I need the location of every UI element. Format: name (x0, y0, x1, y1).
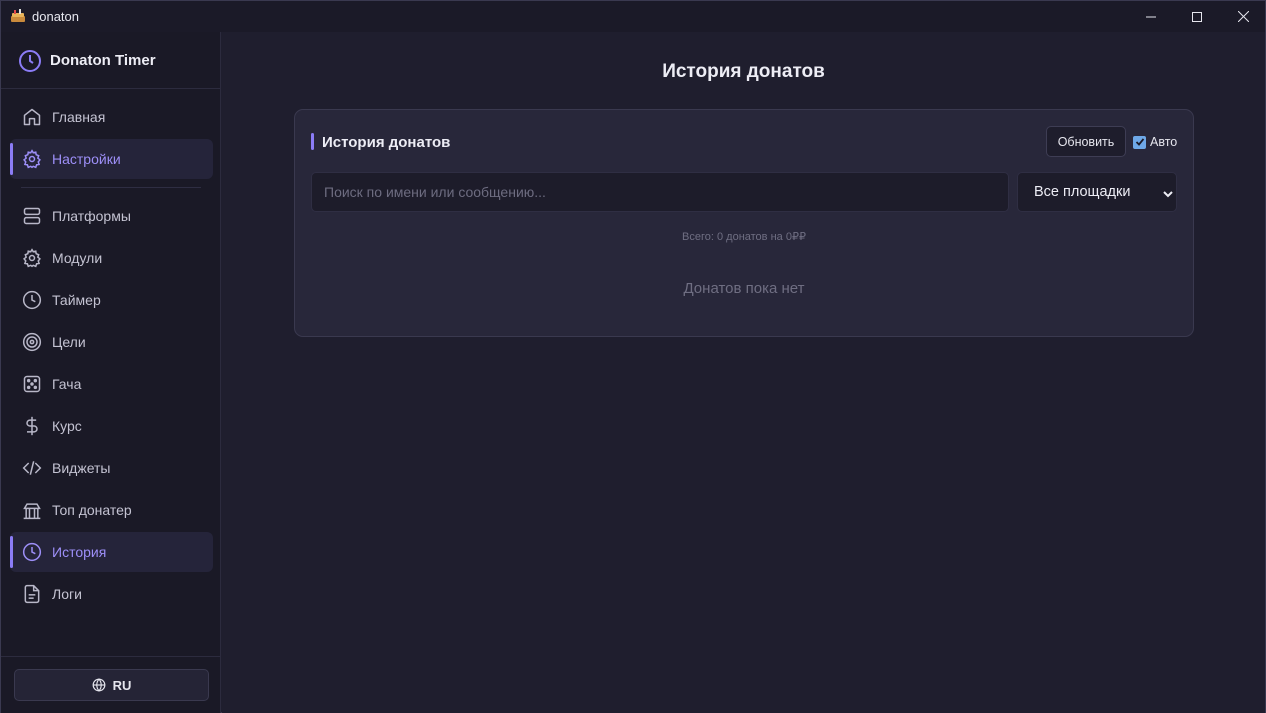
main-content: История донатов История донатов Обновить… (222, 32, 1265, 713)
sidebar-item-label: История (52, 544, 107, 560)
nav-divider (21, 187, 201, 188)
clock-icon (22, 290, 42, 310)
sidebar-item-label: Логи (52, 586, 82, 602)
sidebar-item-settings[interactable]: Настройки (10, 139, 213, 179)
server-icon (22, 206, 42, 226)
platform-select[interactable]: Все площадки (1017, 172, 1177, 212)
refresh-button[interactable]: Обновить (1046, 126, 1126, 157)
sidebar-item-label: Модули (52, 250, 103, 266)
minimize-button[interactable] (1128, 1, 1174, 32)
sidebar-item-home[interactable]: Главная (10, 97, 213, 137)
dollar-icon (22, 416, 42, 436)
auto-label: Авто (1150, 135, 1178, 149)
sidebar-item-gacha[interactable]: Гача (10, 364, 213, 404)
sidebar-item-label: Топ донатер (52, 502, 132, 518)
sidebar-item-label: Платформы (52, 208, 131, 224)
close-icon (1237, 11, 1249, 22)
empty-state-message: Донатов пока нет (683, 280, 805, 297)
sidebar-item-platforms[interactable]: Платформы (10, 196, 213, 236)
sidebar-item-timer[interactable]: Таймер (10, 280, 213, 320)
auto-checkbox[interactable] (1133, 135, 1146, 149)
app-logo-icon (10, 8, 26, 24)
app-window: donaton Donaton Timer Главная Настройки … (0, 0, 1266, 713)
chevron-down-icon (1162, 187, 1174, 199)
sidebar-item-label: Курс (52, 418, 82, 434)
sidebar-item-top-donator[interactable]: Топ донатер (10, 490, 213, 530)
auto-refresh-toggle[interactable]: Авто (1133, 134, 1177, 150)
platform-select-value: Все площадки (1034, 184, 1131, 200)
sidebar-item-history[interactable]: История (10, 532, 213, 572)
window-title: donaton (32, 9, 79, 24)
sidebar-item-label: Виджеты (52, 460, 111, 476)
history-icon (22, 542, 42, 562)
language-label: RU (112, 677, 132, 693)
sidebar-item-modules[interactable]: Модули (10, 238, 213, 278)
sidebar-item-goals[interactable]: Цели (10, 322, 213, 362)
brand: Donaton Timer (1, 32, 221, 89)
total-summary: Всего: 0 донатов на 0₽₽ (682, 231, 806, 243)
minimize-icon (1146, 16, 1156, 17)
sidebar: Donaton Timer Главная Настройки Платформ… (1, 32, 221, 713)
sidebar-item-label: Настройки (52, 151, 121, 167)
language-button[interactable]: RU (14, 669, 209, 701)
card-title: История донатов (322, 134, 451, 151)
gear-icon (22, 149, 42, 169)
sidebar-item-widgets[interactable]: Виджеты (10, 448, 213, 488)
maximize-icon (1192, 11, 1202, 22)
clock-icon (18, 49, 42, 73)
close-button[interactable] (1220, 1, 1266, 32)
globe-icon (92, 678, 106, 692)
dice-icon (22, 374, 42, 394)
page-title: История донатов (662, 61, 825, 82)
code-icon (22, 458, 42, 478)
search-input[interactable] (311, 172, 1009, 212)
donation-history-card: История донатов Обновить Авто Все площад… (294, 109, 1194, 337)
title-bar[interactable]: donaton (1, 1, 1265, 32)
target-icon (22, 332, 42, 352)
sidebar-item-label: Гача (52, 376, 82, 392)
sidebar-item-label: Цели (52, 334, 86, 350)
home-icon (22, 107, 42, 127)
gear-icon (22, 248, 42, 268)
card-accent-bar (311, 133, 314, 150)
brand-title: Donaton Timer (50, 52, 156, 69)
sidebar-item-rate[interactable]: Курс (10, 406, 213, 446)
check-icon (1135, 138, 1144, 146)
sidebar-item-label: Главная (52, 109, 106, 125)
sidebar-footer: RU (1, 656, 220, 713)
maximize-button[interactable] (1174, 1, 1220, 32)
sidebar-item-logs[interactable]: Логи (10, 574, 213, 614)
sidebar-item-label: Таймер (52, 292, 101, 308)
podium-icon (22, 500, 42, 520)
file-text-icon (22, 584, 42, 604)
